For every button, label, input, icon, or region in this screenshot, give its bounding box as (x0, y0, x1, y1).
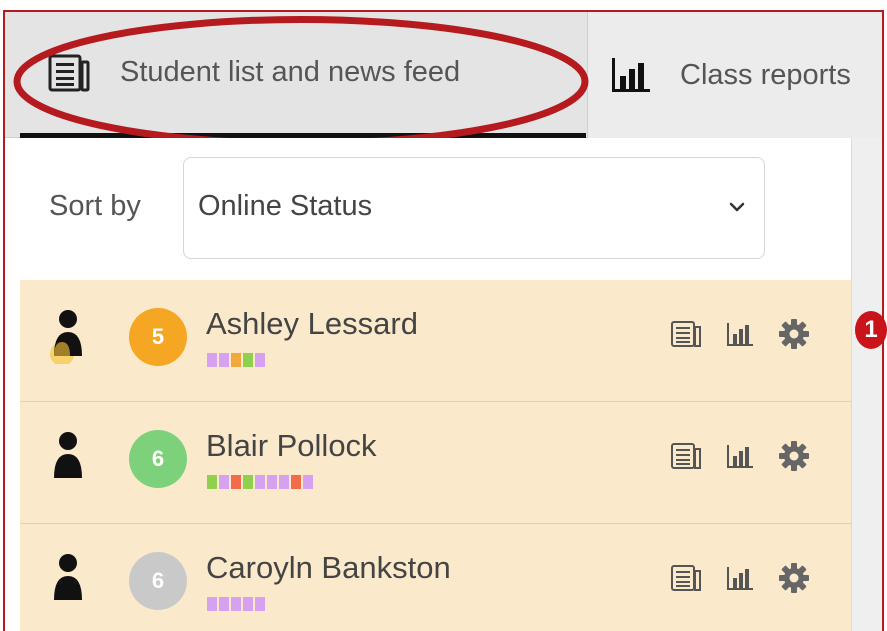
progress-bar (207, 353, 265, 367)
progress-segment (207, 353, 217, 367)
gear-icon[interactable] (778, 440, 810, 472)
student-name: Ashley Lessard (206, 306, 418, 341)
progress-segment (231, 475, 241, 489)
sort-label: Sort by (49, 190, 141, 222)
sort-select-value: Online Status (198, 190, 373, 222)
gear-icon[interactable] (778, 318, 810, 350)
progress-segment (243, 597, 253, 611)
student-name: Blair Pollock (206, 428, 377, 463)
callout-number: 1 (855, 311, 887, 349)
progress-segment (255, 353, 265, 367)
student-list-panel: Sort by Online Status 5 Ashley Lessard 6… (20, 138, 851, 631)
progress-bar (207, 597, 265, 611)
student-name: Caroyln Bankston (206, 550, 451, 585)
progress-segment (207, 597, 217, 611)
progress-segment (219, 475, 229, 489)
student-row[interactable]: 5 Ashley Lessard (20, 280, 851, 402)
tab-bar: Student list and news feed Class reports (5, 12, 882, 147)
progress-segment (231, 353, 241, 367)
progress-segment (303, 475, 313, 489)
student-row[interactable]: 6 Caroyln Bankston (20, 524, 851, 631)
progress-segment (207, 475, 217, 489)
person-icon (54, 432, 82, 478)
tab-student-list[interactable]: Student list and news feed (20, 12, 586, 138)
tab-student-list-label: Student list and news feed (120, 56, 461, 88)
progress-segment (243, 475, 253, 489)
progress-segment (219, 353, 229, 367)
sort-select[interactable]: Online Status (183, 157, 765, 259)
level-badge: 6 (129, 552, 187, 610)
tab-class-reports[interactable]: Class reports (587, 12, 882, 138)
news-feed-area (851, 138, 882, 631)
sort-bar: Sort by Online Status (20, 138, 851, 280)
news-feed-icon (48, 54, 90, 91)
progress-segment (279, 475, 289, 489)
row-actions (670, 318, 810, 350)
gear-icon[interactable] (778, 562, 810, 594)
progress-segment (255, 597, 265, 611)
progress-segment (291, 475, 301, 489)
level-badge: 6 (129, 430, 187, 488)
progress-segment (243, 353, 253, 367)
progress-segment (255, 475, 265, 489)
tab-class-reports-label: Class reports (680, 58, 851, 91)
person-icon (54, 554, 82, 600)
progress-segment (219, 597, 229, 611)
row-actions (670, 440, 810, 472)
bar-chart-icon[interactable] (724, 440, 756, 472)
bar-chart-icon[interactable] (724, 318, 756, 350)
news-feed-icon[interactable] (670, 440, 702, 472)
student-row[interactable]: 6 Blair Pollock (20, 402, 851, 524)
news-feed-icon[interactable] (670, 318, 702, 350)
progress-segment (267, 475, 277, 489)
level-badge: 5 (129, 308, 187, 366)
progress-bar (207, 475, 313, 489)
news-feed-icon[interactable] (670, 562, 702, 594)
bar-chart-icon[interactable] (724, 562, 756, 594)
progress-segment (231, 597, 241, 611)
person-idle-icon (50, 310, 82, 364)
chevron-down-icon (729, 202, 745, 212)
row-actions (670, 562, 810, 594)
bar-chart-icon (612, 58, 650, 92)
app-frame: Student list and news feed Class reports… (3, 10, 884, 631)
